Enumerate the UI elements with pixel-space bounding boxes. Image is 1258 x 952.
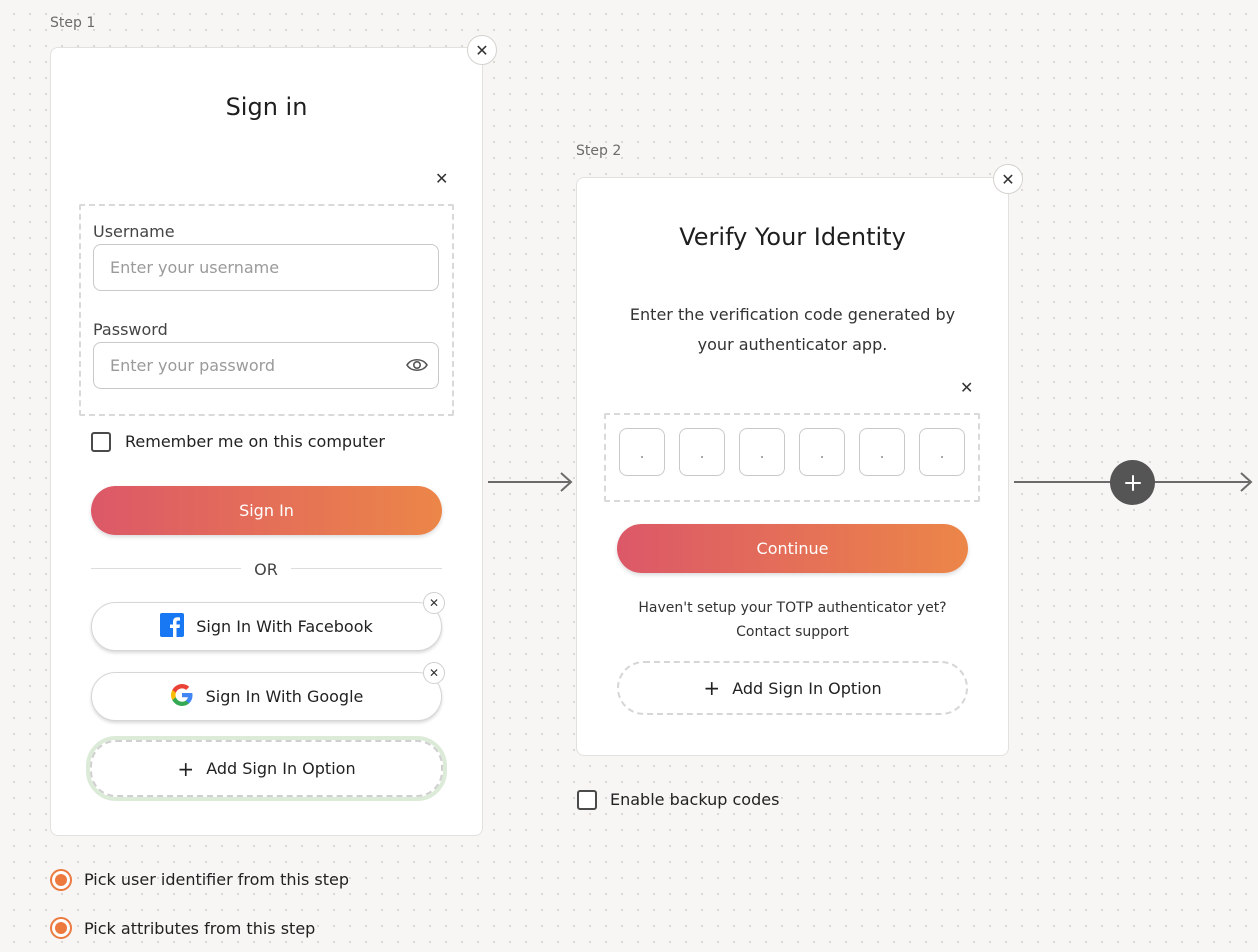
google-sign-in-button[interactable]: Sign In With Google [91, 672, 442, 721]
step2-title: Verify Your Identity [679, 223, 906, 251]
plus-icon: + [177, 756, 195, 781]
add-sign-in-option-label: Add Sign In Option [732, 678, 882, 698]
step2-close-button[interactable]: ✕ [993, 164, 1023, 194]
close-icon: ✕ [428, 666, 440, 680]
facebook-icon [160, 612, 185, 641]
contact-support-link[interactable]: Contact support [576, 620, 1009, 644]
radio-dot [55, 874, 67, 886]
remove-facebook-button[interactable]: ✕ [423, 592, 445, 614]
password-label: Password [93, 320, 168, 339]
pick-identifier-label: Pick user identifier from this step [84, 870, 349, 889]
form-group-close-button[interactable]: ✕ [435, 171, 448, 187]
sign-in-button[interactable]: Sign In [91, 486, 442, 535]
step1-add-sign-in-option-button[interactable]: + Add Sign In Option [90, 740, 443, 797]
facebook-sign-in-button[interactable]: Sign In With Facebook [91, 602, 442, 651]
username-label: Username [93, 222, 175, 241]
pick-attributes-label: Pick attributes from this step [84, 919, 316, 938]
step2-label: Step 2 [576, 143, 622, 159]
step2-description-line2: your authenticator app. [697, 335, 888, 354]
backup-codes-label: Enable backup codes [610, 790, 780, 809]
step1-close-button[interactable]: ✕ [467, 35, 497, 65]
divider-right [291, 568, 442, 569]
step1-label: Step 1 [50, 15, 96, 31]
password-input[interactable] [93, 342, 439, 389]
plus-icon: + [703, 676, 721, 700]
pick-attributes-radio[interactable] [50, 917, 72, 939]
continue-button[interactable]: Continue [617, 524, 968, 573]
google-icon [170, 683, 194, 711]
otp-digit-input[interactable]: . [679, 428, 725, 476]
otp-digit-input[interactable]: . [919, 428, 965, 476]
step2-add-sign-in-option-button[interactable]: + Add Sign In Option [617, 661, 968, 715]
otp-digit-input[interactable]: . [619, 428, 665, 476]
otp-digit-input[interactable]: . [739, 428, 785, 476]
remember-me-checkbox[interactable] [91, 432, 111, 452]
otp-group-close-button[interactable]: ✕ [960, 380, 973, 396]
google-sign-in-label: Sign In With Google [205, 687, 364, 706]
backup-codes-checkbox[interactable] [577, 790, 597, 810]
step1-add-option-wrapper: + Add Sign In Option [86, 736, 447, 801]
or-separator: OR [254, 560, 278, 579]
close-icon: ✕ [960, 378, 974, 397]
step2-description-line1: Enter the verification code generated by [629, 305, 956, 324]
eye-icon[interactable] [405, 356, 429, 374]
totp-help-text: Haven't setup your TOTP authenticator ye… [638, 600, 947, 616]
radio-dot [55, 922, 67, 934]
divider-left [91, 568, 241, 569]
otp-digit-input[interactable]: . [799, 428, 845, 476]
username-input[interactable] [93, 244, 439, 291]
remember-me-label: Remember me on this computer [125, 432, 385, 451]
otp-digit-input[interactable]: . [859, 428, 905, 476]
close-icon: ✕ [1001, 169, 1015, 189]
close-icon: ✕ [475, 40, 489, 60]
close-icon: ✕ [428, 596, 440, 610]
add-step-button[interactable] [1110, 460, 1155, 505]
pick-identifier-radio[interactable] [50, 869, 72, 891]
connector-arrow-icon [488, 472, 573, 492]
step1-title: Sign in [225, 93, 308, 121]
add-sign-in-option-label: Add Sign In Option [206, 759, 356, 778]
remove-google-button[interactable]: ✕ [423, 662, 445, 684]
close-icon: ✕ [435, 169, 449, 188]
plus-icon [1124, 474, 1141, 491]
facebook-sign-in-label: Sign In With Facebook [196, 617, 373, 636]
step2-description: Enter the verification code generated by… [576, 300, 1009, 360]
totp-help: Haven't setup your TOTP authenticator ye… [576, 596, 1009, 644]
